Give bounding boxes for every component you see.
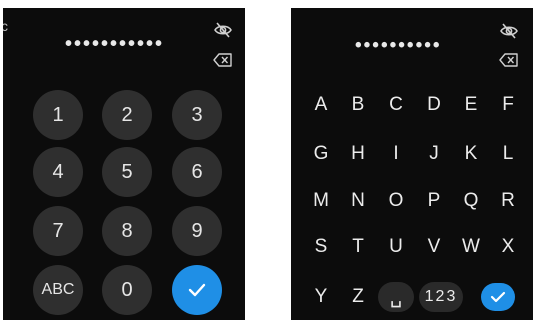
key-a[interactable]: A: [305, 90, 337, 120]
pin-entry-field: •••••••••••: [65, 33, 165, 55]
key-d[interactable]: D: [418, 90, 450, 120]
key-h[interactable]: H: [342, 139, 374, 169]
backspace-icon[interactable]: [499, 52, 519, 70]
cropped-edge-glyph: c: [3, 18, 8, 34]
confirm-button[interactable]: [481, 283, 515, 311]
key-l[interactable]: L: [492, 139, 524, 169]
key-j[interactable]: J: [418, 139, 450, 169]
confirm-button[interactable]: [172, 265, 222, 315]
key-0[interactable]: 0: [102, 265, 152, 315]
key-s[interactable]: S: [305, 232, 337, 262]
key-f[interactable]: F: [492, 90, 524, 120]
numeric-mode-key[interactable]: 123: [419, 282, 463, 312]
eye-slash-icon[interactable]: [213, 21, 233, 39]
key-r[interactable]: R: [492, 186, 524, 216]
key-3[interactable]: 3: [172, 90, 222, 140]
key-t[interactable]: T: [342, 232, 374, 262]
key-g[interactable]: G: [305, 139, 337, 169]
key-p[interactable]: P: [418, 186, 450, 216]
key-y[interactable]: Y: [305, 282, 337, 312]
key-i[interactable]: I: [380, 139, 412, 169]
key-e[interactable]: E: [455, 90, 487, 120]
space-key[interactable]: ␣: [378, 282, 414, 312]
pin-entry-field: ••••••••••: [355, 35, 442, 56]
numeric-pin-screen: c ••••••••••• 1 2 3 4 5 6 7 8 9 ABC 0: [3, 8, 245, 320]
key-w[interactable]: W: [455, 232, 487, 262]
key-6[interactable]: 6: [172, 147, 222, 197]
key-x[interactable]: X: [492, 232, 524, 262]
key-q[interactable]: Q: [455, 186, 487, 216]
key-2[interactable]: 2: [102, 90, 152, 140]
checkmark-icon: [490, 291, 506, 303]
eye-slash-icon[interactable]: [499, 22, 519, 40]
key-n[interactable]: N: [342, 186, 374, 216]
key-1[interactable]: 1: [33, 90, 83, 140]
key-7[interactable]: 7: [33, 206, 83, 256]
key-z[interactable]: Z: [342, 282, 374, 312]
key-4[interactable]: 4: [33, 147, 83, 197]
backspace-icon[interactable]: [213, 52, 233, 70]
key-c[interactable]: C: [380, 90, 412, 120]
key-b[interactable]: B: [342, 90, 374, 120]
key-u[interactable]: U: [380, 232, 412, 262]
abc-mode-key[interactable]: ABC: [33, 265, 83, 315]
key-k[interactable]: K: [455, 139, 487, 169]
alpha-pin-screen: •••••••••• A B C D E F G H I J K L M N O…: [291, 8, 533, 320]
key-9[interactable]: 9: [172, 206, 222, 256]
key-m[interactable]: M: [305, 186, 337, 216]
key-v[interactable]: V: [418, 232, 450, 262]
key-8[interactable]: 8: [102, 206, 152, 256]
key-o[interactable]: O: [380, 186, 412, 216]
key-5[interactable]: 5: [102, 147, 152, 197]
checkmark-icon: [188, 283, 206, 297]
